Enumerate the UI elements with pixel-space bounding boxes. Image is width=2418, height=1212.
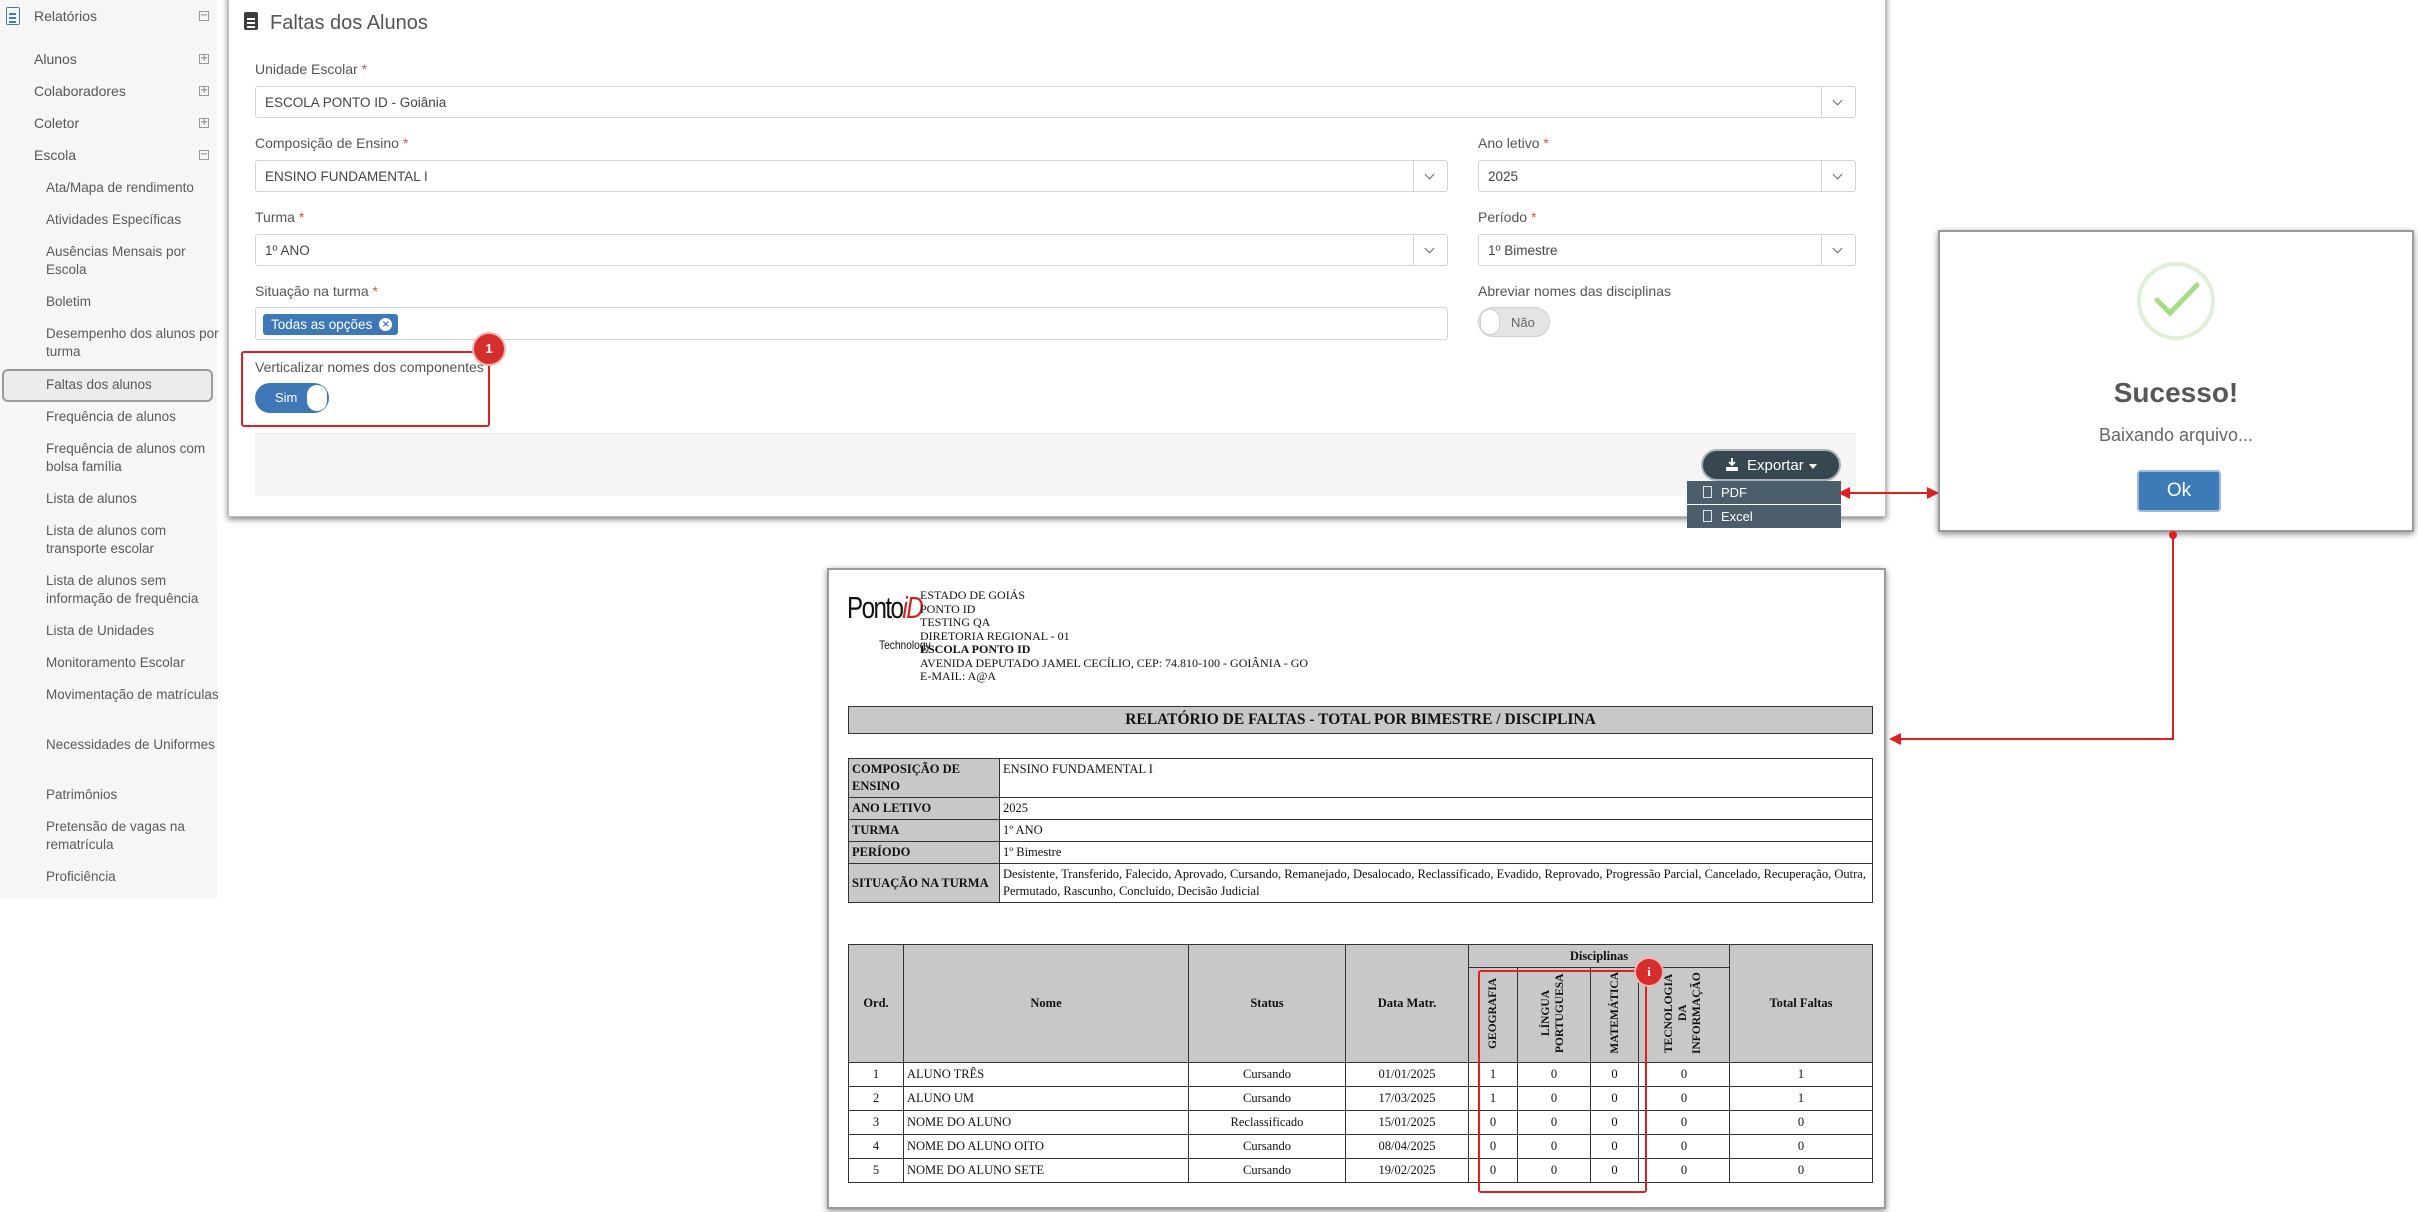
sidebar-section-reports[interactable]: Relatórios − [0,0,217,34]
sidebar-item-frequencia[interactable]: Frequência de alunos [46,408,221,426]
unidade-value: ESCOLA PONTO ID - Goiânia [265,95,447,110]
annotation-arrow-line [1841,492,1937,494]
sidebar-item-frequencia-bolsa[interactable]: Frequência de alunos com bolsa família [46,440,221,476]
report-title: RELATÓRIO DE FALTAS - TOTAL POR BIMESTRE… [848,706,1873,734]
situacao-tag[interactable]: Todas as opções × [263,314,399,335]
sidebar-section-label: Relatórios [34,8,98,24]
table-row: 4 NOME DO ALUNO OITO Cursando 08/04/2025 00… [848,1134,1873,1159]
table-row: 2 ALUNO UM Cursando 17/03/2025 10001 [848,1086,1873,1111]
table-row: 1 ALUNO TRÊS Cursando 01/01/2025 10001 [848,1062,1873,1087]
sidebar-item-boletim[interactable]: Boletim [46,293,221,311]
composicao-value: ENSINO FUNDAMENTAL I [265,169,428,184]
chevron-down-icon[interactable] [1413,235,1447,265]
turma-label: Turma * [255,209,305,225]
abreviar-toggle[interactable]: Não [1478,307,1550,337]
turma-value: 1º ANO [265,243,310,258]
chevron-down-icon[interactable] [1821,161,1855,191]
success-dialog: Sucesso! Baixando arquivo... Ok [1938,230,2414,532]
excel-file-icon [1703,510,1712,522]
annotation-arrowhead [1838,487,1850,499]
chevron-down-icon[interactable] [1413,161,1447,191]
annotation-arrowhead [1889,733,1901,745]
export-label: Exportar [1747,457,1804,474]
report-absences-table: Ord. Nome Status Data Matr. Disciplinas … [848,944,1873,1183]
annotation-box-disciplinas [1478,970,1647,1193]
sidebar-group-alunos[interactable]: Alunos [34,51,77,67]
export-button[interactable]: Exportar [1701,449,1841,481]
download-icon [1726,458,1738,471]
form-footer [255,433,1856,496]
export-option-excel-label: Excel [1721,509,1753,524]
sidebar-item-desempenho[interactable]: Desempenho dos alunos por turma [46,325,221,361]
composicao-label: Composição de Ensino * [255,135,409,151]
sidebar-item-ausencias[interactable]: Ausências Mensais por Escola [46,243,221,279]
sidebar-item-movimentacao[interactable]: Movimentação de matrículas [46,686,221,704]
annotation-arrow-line [2172,534,2174,740]
dialog-title: Sucesso! [2113,377,2239,408]
caret-down-icon [1809,464,1817,469]
abreviar-toggle-text: Não [1511,315,1535,330]
periodo-value: 1º Bimestre [1488,243,1558,258]
verticalizar-toggle[interactable]: Sim [255,383,329,413]
expand-icon[interactable]: + [199,118,209,128]
expand-icon[interactable]: + [199,54,209,64]
verticalizar-label: Verticalizar nomes dos componentes [255,359,484,375]
sidebar-item-patrimonios[interactable]: Patrimônios [46,786,221,804]
ponto-id-logo: PontoiD Technology [847,590,931,652]
sidebar-item-lista-alunos[interactable]: Lista de alunos [46,490,221,508]
toggle-knob [1480,309,1500,335]
pdf-file-icon [1703,486,1712,498]
sidebar-group-escola[interactable]: Escola [34,147,76,163]
sidebar-item-ata[interactable]: Ata/Mapa de rendimento [46,179,221,197]
annotation-arrow-line [1895,738,2174,740]
dialog-message: Baixando arquivo... [2098,425,2254,445]
report-info-table: COMPOSIÇÃO DE ENSINO ENSINO FUNDAMENTAL I… [848,758,1873,903]
ano-label: Ano letivo * [1478,135,1549,151]
table-row: 3 NOME DO ALUNO Reclassificado 15/01/2025 0… [848,1110,1873,1135]
export-option-pdf-label: PDF [1721,485,1747,500]
expand-icon[interactable]: + [199,86,209,96]
sidebar-group-colaboradores[interactable]: Colaboradores [34,83,126,99]
abreviar-label: Abreviar nomes das disciplinas [1478,283,1671,299]
success-check-icon [2137,262,2215,340]
page-title: Faltas dos Alunos [270,12,428,34]
composicao-select[interactable]: ENSINO FUNDAMENTAL I [255,160,1448,192]
table-row: 5 NOME DO ALUNO SETE Cursando 19/02/2025 00… [848,1158,1873,1183]
situacao-label: Situação na turma * [255,283,378,299]
export-option-excel[interactable]: Excel [1687,505,1841,528]
unidade-label: Unidade Escolar * [255,61,368,77]
sidebar: Relatórios − Alunos + Colaboradores + Co… [0,0,219,898]
sidebar-item-atividades[interactable]: Atividades Específicas [46,211,221,229]
collapse-icon[interactable]: − [199,150,209,160]
annotation-badge-i: i [1636,959,1662,985]
sidebar-item-faltas[interactable]: Faltas dos alunos [46,376,221,394]
ano-value: 2025 [1488,169,1519,184]
sidebar-item-lista-sem-frequencia[interactable]: Lista de alunos sem informação de frequê… [46,572,221,608]
periodo-label: Período * [1478,209,1537,225]
chevron-down-icon[interactable] [1821,235,1855,265]
document-icon [244,12,258,30]
sidebar-item-proficiencia[interactable]: Proficiência [46,868,221,886]
toggle-knob [307,385,327,411]
sidebar-item-monitoramento[interactable]: Monitoramento Escolar [46,654,221,672]
periodo-select[interactable]: 1º Bimestre [1478,234,1856,266]
report-header: ESTADO DE GOIÁS PONTO ID TESTING QA DIRE… [920,588,1309,683]
chevron-down-icon[interactable] [1821,87,1855,117]
ano-select[interactable]: 2025 [1478,160,1856,192]
pdf-report-preview: PontoiD Technology ESTADO DE GOIÁS PONTO… [827,568,1886,1209]
sidebar-item-pretensao[interactable]: Pretensão de vagas na rematrícula [46,818,221,854]
situacao-multiselect[interactable]: Todas as opções × [255,307,1448,340]
sidebar-item-lista-unidades[interactable]: Lista de Unidades [46,622,221,640]
report-icon [6,7,20,25]
sidebar-group-coletor[interactable]: Coletor [34,115,79,131]
verticalizar-toggle-text: Sim [275,390,298,405]
turma-select[interactable]: 1º ANO [255,234,1448,266]
export-option-pdf[interactable]: PDF [1687,481,1841,504]
tag-remove-icon[interactable]: × [379,318,393,331]
sidebar-item-uniformes[interactable]: Necessidades de Uniformes [46,736,221,754]
sidebar-item-lista-transporte[interactable]: Lista de alunos com transporte escolar [46,522,221,558]
ok-button[interactable]: Ok [2137,470,2221,512]
unidade-select[interactable]: ESCOLA PONTO ID - Goiânia [255,86,1856,118]
collapse-icon[interactable]: − [199,11,209,21]
